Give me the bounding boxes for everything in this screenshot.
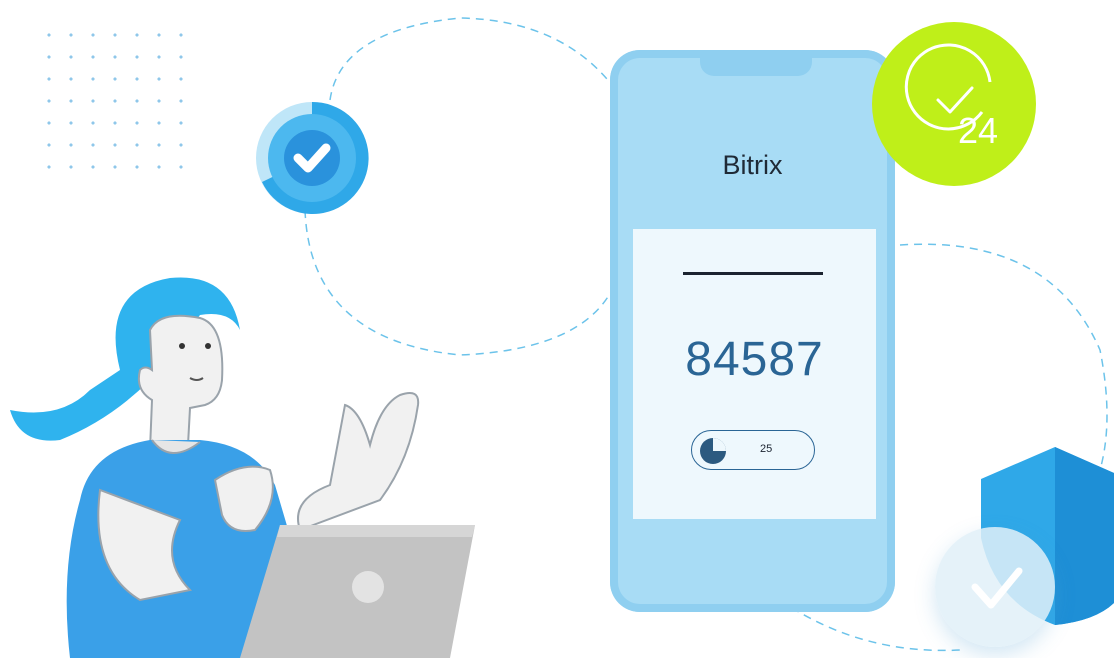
laptop-icon [240,525,480,658]
app-brand-title: Bitrix [722,150,783,180]
pie-timer-icon [698,436,728,466]
check-glass-icon [935,527,1055,647]
dot-grid-decoration [38,24,198,174]
verification-code: 84587 [685,333,824,386]
check-circle-icon [254,100,370,216]
divider-line [683,272,823,275]
timer-seconds: 25 [760,443,773,455]
badge-number: 24 [958,110,999,151]
clock-24-icon [872,22,1036,186]
phone-notch [700,50,812,76]
